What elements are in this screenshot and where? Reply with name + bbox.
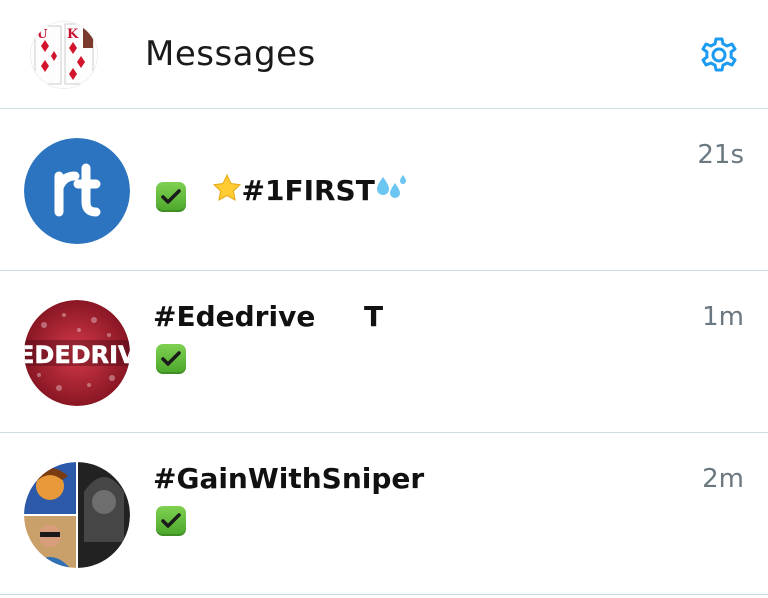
droplets-icon — [376, 175, 406, 198]
conversation-row[interactable]: EDEDRIV #Ededrive T 1m — [0, 271, 768, 433]
messages-screen: U K Messages #1FIRST 21s EDEDRIV #Ededri… — [0, 0, 768, 598]
conversation-name: #1FIRST — [153, 137, 409, 245]
timestamp: 1m — [702, 302, 744, 332]
star-icon — [212, 173, 241, 201]
green-check-icon — [156, 182, 186, 212]
conversation-name: #GainWithSniper — [153, 462, 425, 495]
svg-text:EDEDRIV: EDEDRIV — [24, 341, 130, 369]
playing-cards-icon: U K — [31, 22, 97, 88]
rt-logo-icon — [24, 138, 130, 244]
conversation-row[interactable]: #GainWithSniper 2m — [0, 433, 768, 595]
conversation-name: #Ededrive T — [153, 300, 384, 333]
settings-button[interactable] — [697, 33, 741, 77]
profile-avatar[interactable]: U K — [31, 22, 97, 88]
rt-logo-avatar — [24, 138, 130, 244]
ededrive-logo-icon: EDEDRIV — [24, 300, 130, 406]
conversation-row[interactable]: #1FIRST 21s — [0, 109, 768, 271]
page-title: Messages — [145, 34, 316, 74]
timestamp: 2m — [702, 464, 744, 494]
group-avatar — [24, 462, 130, 568]
svg-text:U: U — [37, 27, 48, 41]
timestamp: 21s — [697, 140, 744, 170]
svg-text:K: K — [67, 27, 79, 42]
green-check-icon — [156, 344, 186, 374]
gear-icon — [701, 37, 737, 72]
green-check-icon — [156, 506, 186, 536]
header-bar: U K Messages — [0, 0, 768, 109]
ededrive-avatar: EDEDRIV — [24, 300, 130, 406]
group-avatar-icon — [24, 462, 130, 568]
